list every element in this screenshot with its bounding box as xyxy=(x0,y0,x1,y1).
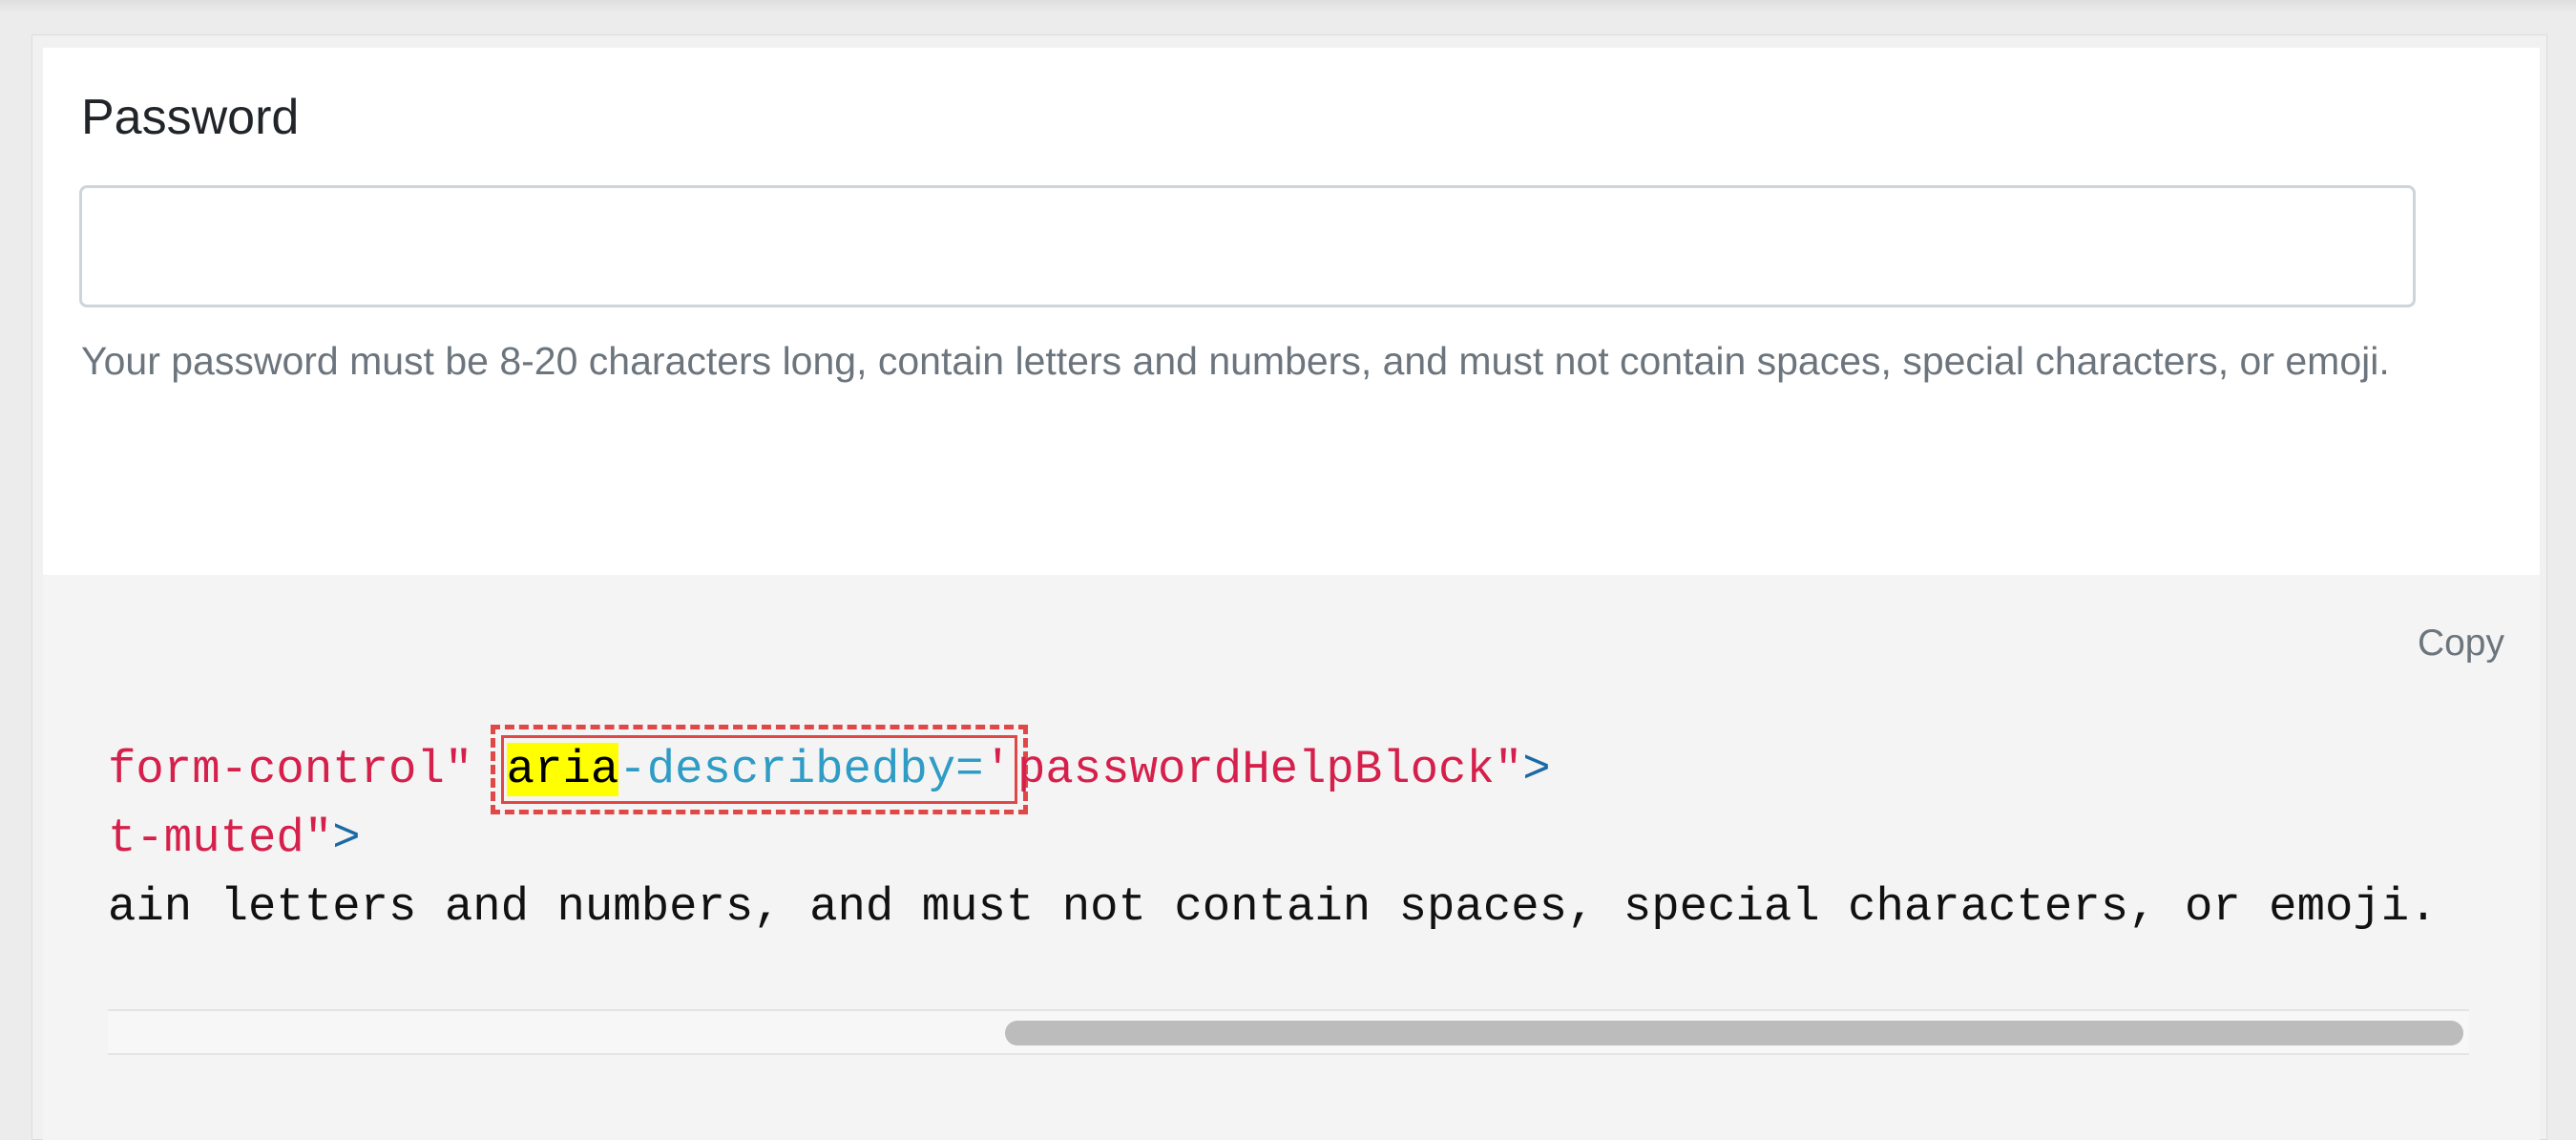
code-line-1: form-control" aria-describedby=' password… xyxy=(108,725,2438,814)
password-help-text: Your password must be 8-20 characters lo… xyxy=(81,339,2390,383)
code-token-class-value: form-control" xyxy=(108,743,473,796)
annotation-highlight-box: aria-describedby=' xyxy=(490,725,1028,814)
code-token-class-value: t-muted" xyxy=(108,812,333,865)
scrollbar-thumb[interactable] xyxy=(1005,1021,2463,1045)
code-snippet: form-control" aria-describedby=' password… xyxy=(108,725,2438,941)
password-input[interactable] xyxy=(79,185,2416,307)
code-token-quote: ' xyxy=(983,743,1012,796)
code-line-3: ain letters and numbers, and must not co… xyxy=(108,873,2438,941)
highlighted-aria-token: aria xyxy=(506,743,619,796)
screenshot-frame: Password Your password must be 8-20 char… xyxy=(0,0,2576,1140)
code-token-attr-value: passwordHelpBlock" xyxy=(1016,743,1523,796)
code-token-text: ain letters and numbers, and must not co… xyxy=(108,880,2438,934)
code-token-tag-close: > xyxy=(1522,743,1551,796)
example-preview xyxy=(43,48,2540,575)
copy-button[interactable]: Copy xyxy=(2418,623,2504,665)
horizontal-scrollbar[interactable] xyxy=(108,1009,2469,1055)
code-line-2: t-muted"> xyxy=(108,804,2438,873)
code-token-tag-close: > xyxy=(332,812,361,865)
code-token-attr-name: -describedby= xyxy=(618,743,984,796)
password-label: Password xyxy=(81,90,300,145)
